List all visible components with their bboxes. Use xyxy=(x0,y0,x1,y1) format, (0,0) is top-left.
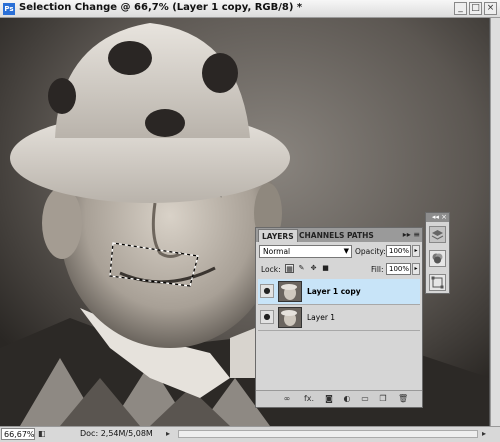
panel-dock-strip: ◂◂ × xyxy=(425,212,450,294)
lock-paint-icon[interactable]: ✎ xyxy=(297,264,306,273)
layers-panel: LAYERS CHANNELS PATHS ▸▸ ≡ Normal ▼ Opac… xyxy=(255,227,423,408)
fill-input[interactable]: 100% xyxy=(386,263,411,275)
blend-mode-select[interactable]: Normal ▼ xyxy=(259,245,352,258)
adjustment-icon[interactable]: ◐ xyxy=(342,394,352,404)
layer-thumbnail xyxy=(278,307,302,328)
chevron-down-icon: ▼ xyxy=(343,247,349,255)
status-arrow-icon[interactable]: ▸ xyxy=(166,429,170,438)
lock-label: Lock: xyxy=(261,265,281,274)
panel-footer: ∞ fx. ◙ ◐ ▭ ❐ 🗑 xyxy=(256,390,422,407)
visibility-eye-icon[interactable]: ● xyxy=(260,310,274,324)
new-layer-icon[interactable]: ❐ xyxy=(378,394,388,404)
title-bar: Ps Selection Change @ 66,7% (Layer 1 cop… xyxy=(0,0,500,18)
dock-header[interactable]: ◂◂ × xyxy=(426,213,449,222)
layer-name: Layer 1 copy xyxy=(307,287,361,296)
layer-row-layer-1[interactable]: ● Layer 1 xyxy=(258,305,420,331)
mask-icon[interactable]: ◙ xyxy=(324,394,334,404)
lock-all-icon[interactable]: ■ xyxy=(321,264,330,273)
tab-layers[interactable]: LAYERS xyxy=(258,229,298,242)
vertical-scrollbar[interactable] xyxy=(490,18,500,426)
transform-icon[interactable] xyxy=(429,274,446,291)
layers-icon[interactable] xyxy=(429,226,446,243)
maximize-button[interactable]: □ xyxy=(469,2,482,15)
trash-icon[interactable]: 🗑 xyxy=(398,394,408,404)
lock-transparency-icon[interactable]: ▦ xyxy=(285,264,294,273)
document-size: Doc: 2,54M/5,08M xyxy=(80,429,153,438)
window-title: Selection Change @ 66,7% (Layer 1 copy, … xyxy=(19,2,303,13)
close-button[interactable]: × xyxy=(484,2,497,15)
link-icon[interactable]: ∞ xyxy=(282,394,292,404)
minimize-button[interactable]: _ xyxy=(454,2,467,15)
tab-paths[interactable]: PATHS xyxy=(344,229,377,242)
status-bar: 66,67% ◧ Doc: 2,54M/5,08M ▸ ▸ xyxy=(0,426,500,442)
visibility-eye-icon[interactable]: ● xyxy=(260,284,274,298)
opacity-input[interactable]: 100% xyxy=(386,245,411,257)
blend-mode-value: Normal xyxy=(263,247,291,256)
photoshop-icon: Ps xyxy=(3,3,15,15)
lock-move-icon[interactable]: ✥ xyxy=(309,264,318,273)
fill-label: Fill: xyxy=(371,265,384,274)
fill-arrow-icon[interactable]: ▸ xyxy=(412,263,420,275)
layer-name: Layer 1 xyxy=(307,313,336,322)
opacity-arrow-icon[interactable]: ▸ xyxy=(412,245,420,257)
tab-channels[interactable]: CHANNELS xyxy=(296,229,347,242)
layer-thumbnail xyxy=(278,281,302,302)
panel-menu-icon[interactable]: ▸▸ ≡ xyxy=(403,230,420,239)
horizontal-scrollbar[interactable] xyxy=(178,430,478,438)
group-icon[interactable]: ▭ xyxy=(360,394,370,404)
layer-row-layer-1-copy[interactable]: ● Layer 1 copy xyxy=(258,279,420,305)
channels-icon[interactable] xyxy=(429,250,446,267)
zoom-level-field[interactable]: 66,67% xyxy=(1,428,35,440)
panel-tabs: LAYERS CHANNELS PATHS ▸▸ ≡ xyxy=(256,228,422,242)
status-menu-icon[interactable]: ◧ xyxy=(38,429,46,438)
opacity-label: Opacity: xyxy=(355,247,386,256)
fx-icon[interactable]: fx. xyxy=(302,394,316,404)
scroll-right-icon[interactable]: ▸ xyxy=(482,429,486,438)
